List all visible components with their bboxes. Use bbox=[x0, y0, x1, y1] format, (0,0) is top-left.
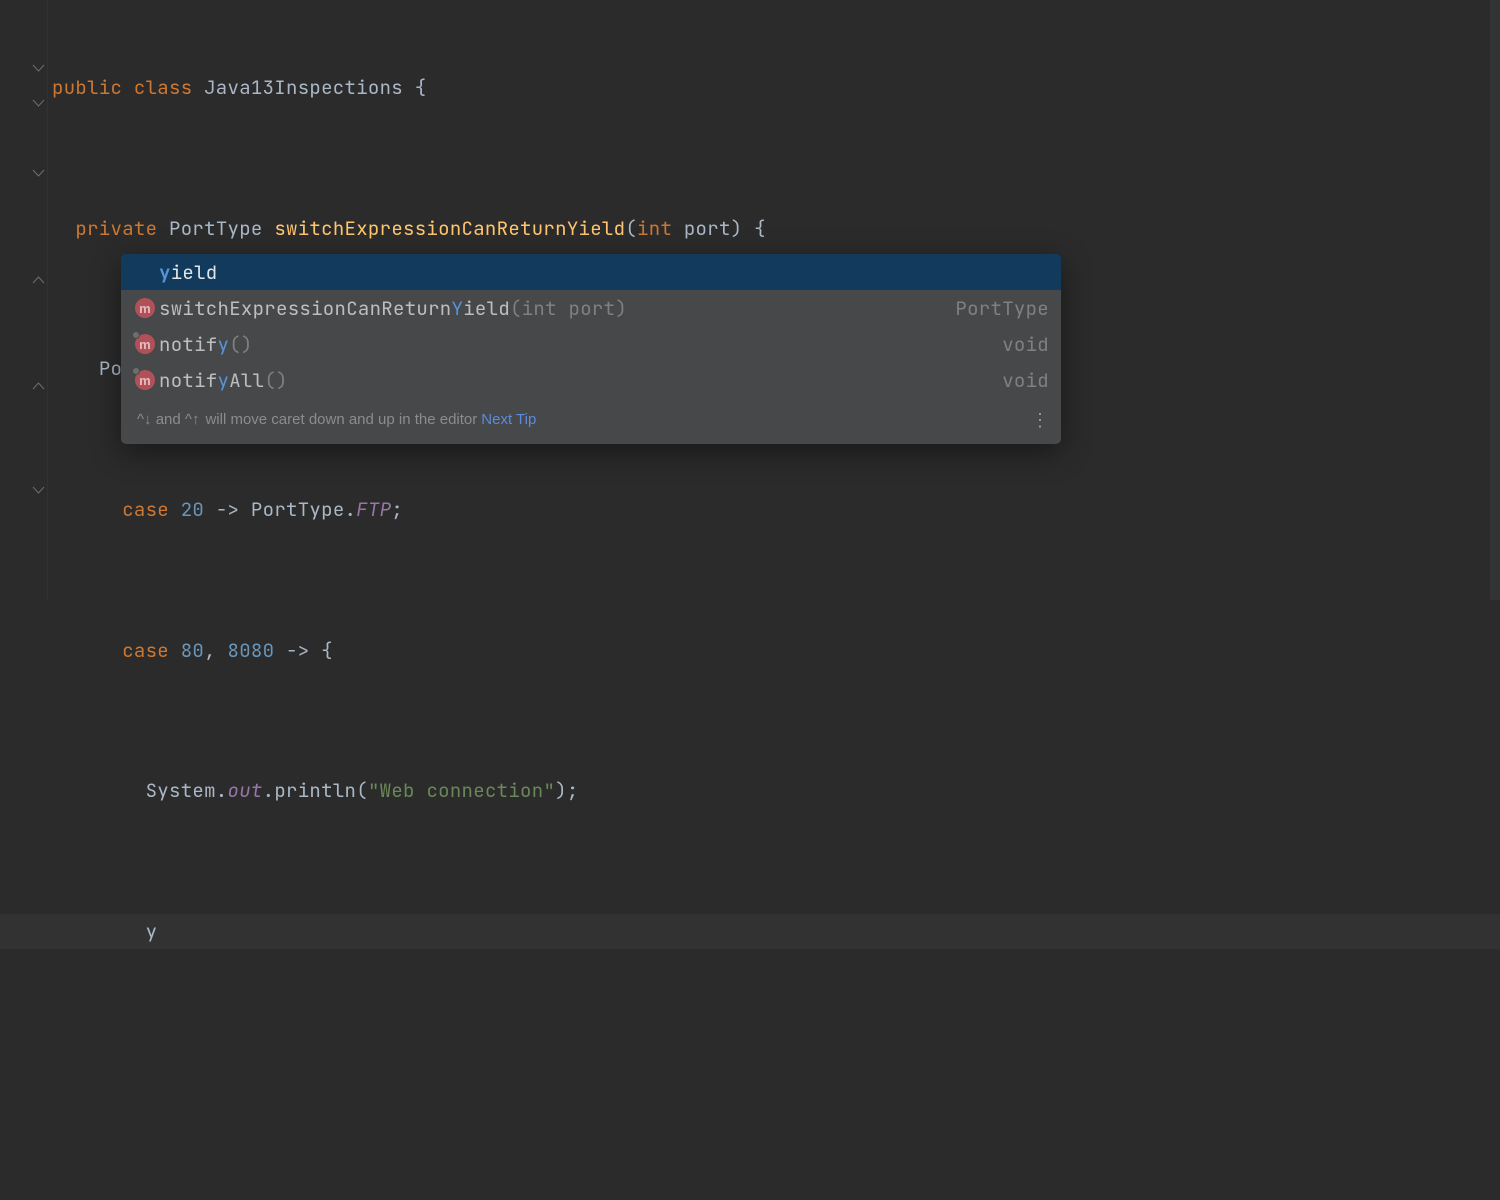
code-completion-popup: yieldmswitchExpressionCanReturnYield(int… bbox=[121, 254, 1061, 444]
return-type: PortType bbox=[169, 216, 274, 241]
completion-label: notify() bbox=[159, 327, 992, 362]
method-icon: m bbox=[131, 298, 159, 318]
class-name: Java13Inspections bbox=[204, 75, 403, 100]
caret-text: y bbox=[146, 919, 158, 944]
fold-close-icon[interactable] bbox=[32, 379, 45, 392]
method-icon: m bbox=[131, 334, 159, 354]
keyword: case bbox=[122, 497, 181, 522]
code-line bbox=[52, 1160, 1500, 1195]
enum-constant: FTP bbox=[356, 497, 391, 522]
method-icon: m bbox=[131, 370, 159, 390]
string-literal: "Web connection" bbox=[368, 778, 555, 803]
shortcut-hint: ^↓ and ^↑ bbox=[137, 402, 199, 437]
caret-line-highlight bbox=[0, 914, 1500, 949]
brace: { bbox=[403, 75, 426, 100]
arrow: -> PortType. bbox=[204, 497, 356, 522]
current-line: y bbox=[52, 914, 1500, 949]
code-line: private PortType switchExpressionCanRetu… bbox=[52, 211, 1500, 246]
number-literal: 20 bbox=[181, 497, 204, 522]
completion-label: switchExpressionCanReturnYield(int port) bbox=[159, 291, 945, 326]
fold-toggle-icon[interactable] bbox=[32, 167, 45, 180]
vertical-scrollbar[interactable] bbox=[1490, 0, 1500, 600]
param-name: port bbox=[684, 216, 731, 241]
completion-item[interactable]: mswitchExpressionCanReturnYield(int port… bbox=[121, 290, 1061, 326]
completion-item[interactable]: yield bbox=[121, 254, 1061, 290]
completion-label: notifyAll() bbox=[159, 363, 992, 398]
comma: , bbox=[204, 638, 227, 663]
static-field: out bbox=[228, 778, 263, 803]
completion-item[interactable]: mnotifyAll()void bbox=[121, 362, 1061, 398]
next-tip-link[interactable]: Next Tip bbox=[481, 402, 536, 437]
fold-toggle-icon[interactable] bbox=[32, 484, 45, 497]
completion-label: yield bbox=[159, 255, 1049, 290]
number-literal: 80 bbox=[181, 638, 204, 663]
completion-item[interactable]: mnotify()void bbox=[121, 326, 1061, 362]
arrow: -> { bbox=[274, 638, 333, 663]
code-line: case 20 -> PortType.FTP; bbox=[52, 492, 1500, 527]
keyword: private bbox=[75, 216, 169, 241]
completion-return-type: void bbox=[992, 327, 1049, 362]
completion-return-type: void bbox=[992, 363, 1049, 398]
footer-text: will move caret down and up in the edito… bbox=[205, 402, 477, 437]
code-line: case 80, 8080 -> { bbox=[52, 633, 1500, 668]
code-line bbox=[52, 1054, 1500, 1089]
keyword: int bbox=[637, 216, 684, 241]
paren: ) { bbox=[731, 216, 766, 241]
fold-close-icon[interactable] bbox=[32, 273, 45, 286]
keyword: case bbox=[122, 638, 181, 663]
kebab-menu-icon[interactable]: ⋮ bbox=[1031, 415, 1049, 425]
editor-gutter bbox=[0, 0, 48, 600]
keyword: public class bbox=[52, 75, 204, 100]
method-name: switchExpressionCanReturnYield bbox=[274, 216, 625, 241]
code-line: public class Java13Inspections { bbox=[52, 70, 1500, 105]
paren: ); bbox=[555, 778, 578, 803]
paren: ( bbox=[625, 216, 637, 241]
fold-toggle-icon[interactable] bbox=[32, 97, 45, 110]
method-call: .println( bbox=[263, 778, 368, 803]
completion-footer: ^↓ and ^↑ will move caret down and up in… bbox=[121, 398, 1061, 444]
class-ref: System. bbox=[146, 778, 228, 803]
fold-toggle-icon[interactable] bbox=[32, 62, 45, 75]
code-line: System.out.println("Web connection"); bbox=[52, 773, 1500, 808]
completion-return-type: PortType bbox=[945, 291, 1049, 326]
semicolon: ; bbox=[391, 497, 403, 522]
number-literal: 8080 bbox=[228, 638, 275, 663]
